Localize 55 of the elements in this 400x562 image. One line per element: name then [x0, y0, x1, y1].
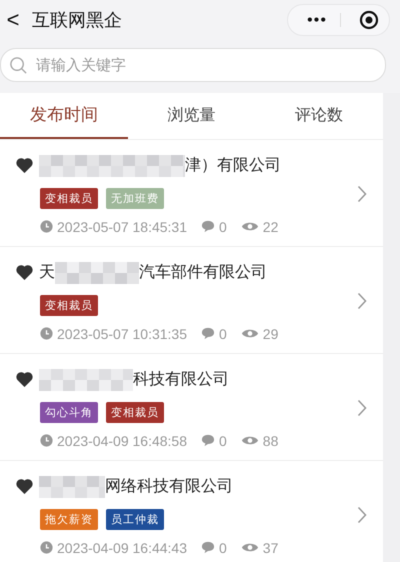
chevron-right-icon[interactable]: [357, 399, 367, 417]
clock-icon: [40, 541, 53, 554]
sort-tab[interactable]: 浏览量: [128, 93, 256, 139]
search-bar[interactable]: 请输入关键字: [0, 48, 386, 82]
comment-count: 0: [219, 432, 227, 448]
eye-icon: [240, 542, 259, 553]
chevron-right-icon[interactable]: [357, 292, 367, 310]
company-name[interactable]: 天: [39, 262, 55, 283]
company-name[interactable]: 津）有限公司: [185, 155, 281, 176]
tag: 拖欠薪资: [40, 508, 98, 530]
tag: 勾心斗角: [40, 402, 98, 422]
tag: 变相裁员: [106, 402, 164, 422]
clock-icon: [40, 434, 53, 447]
comment-icon: [201, 327, 215, 340]
post-time: 2023-05-07 18:45:31: [57, 218, 187, 234]
page-title: 互联网黑企: [32, 9, 123, 32]
view-count: 37: [262, 540, 278, 556]
clock-icon: [40, 327, 53, 340]
back-button[interactable]: <: [2, 7, 24, 33]
view-count: 88: [262, 432, 278, 448]
company-name[interactable]: 科技有限公司: [133, 369, 229, 390]
sort-tab[interactable]: 发布时间: [0, 93, 128, 139]
tag: 变相裁员: [40, 294, 98, 316]
eye-icon: [240, 435, 259, 446]
company-name[interactable]: 网络科技有限公司: [105, 476, 233, 497]
post-time: 2023-04-09 16:48:58: [57, 432, 187, 448]
clock-icon: [40, 220, 53, 233]
post-time: 2023-05-07 10:31:35: [57, 326, 187, 342]
comment-count: 0: [219, 218, 227, 234]
view-count: 22: [262, 218, 278, 234]
chevron-right-icon[interactable]: [357, 506, 367, 524]
tag: 变相裁员: [40, 188, 98, 208]
heart-icon[interactable]: [16, 372, 33, 387]
more-button[interactable]: •••: [306, 13, 341, 27]
comment-icon: [201, 434, 215, 447]
company-name[interactable]: 汽车部件有限公司: [139, 262, 267, 283]
heart-icon[interactable]: [16, 265, 33, 280]
close-icon[interactable]: [359, 10, 379, 30]
post-time: 2023-04-09 16:44:43: [57, 540, 187, 556]
search-field[interactable]: 请输入关键字: [34, 55, 385, 75]
tag: 无加班费: [106, 188, 164, 208]
heart-icon[interactable]: [16, 158, 33, 173]
eye-icon: [240, 221, 259, 232]
sort-tab[interactable]: 评论数: [255, 93, 384, 139]
comment-icon: [201, 541, 215, 554]
search-icon: [9, 56, 28, 74]
tag: 员工仲裁: [106, 508, 164, 530]
eye-icon: [240, 328, 259, 339]
chevron-right-icon[interactable]: [357, 185, 367, 203]
comment-count: 0: [219, 326, 227, 342]
comment-count: 0: [219, 540, 227, 556]
heart-icon[interactable]: [16, 479, 33, 494]
view-count: 29: [262, 326, 278, 342]
blurred-text: [39, 476, 105, 498]
comment-icon: [201, 220, 215, 233]
